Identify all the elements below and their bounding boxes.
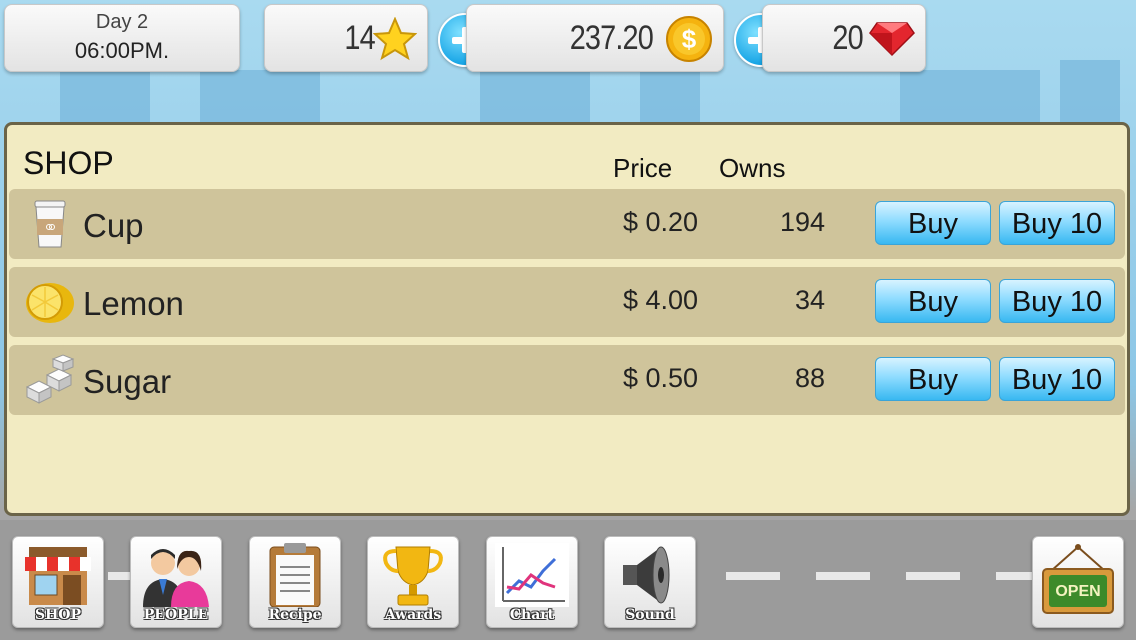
money-panel: 237.20 $ — [466, 4, 724, 72]
coin-icon: $ — [666, 16, 712, 62]
stars-count: 14 — [344, 19, 376, 57]
shop-title: SHOP — [23, 145, 114, 181]
item-owns-cup: 194 — [779, 207, 825, 237]
item-owns-lemon: 34 — [794, 285, 825, 315]
people-icon — [143, 549, 209, 607]
item-owns-sugar: 88 — [794, 363, 825, 393]
awards-tab-label: Awards — [384, 607, 442, 623]
speaker-icon — [623, 546, 670, 604]
item-price-cup: $ 0.20 — [623, 207, 699, 237]
shop-row-sugar: Sugar $ 0.50 88 Buy Buy 10 — [9, 345, 1125, 415]
buy-lemon-button[interactable]: Buy — [875, 279, 991, 323]
money-amount: 237.20 — [569, 19, 654, 57]
item-price-lemon: $ 4.00 — [623, 285, 699, 315]
owns-header: Owns — [719, 153, 786, 183]
cup-icon — [34, 200, 66, 248]
buy10-sugar-button[interactable]: Buy 10 — [999, 357, 1115, 401]
clipboard-icon — [269, 543, 321, 607]
chart-tab-button[interactable]: Chart — [486, 536, 578, 628]
item-name-sugar: Sugar — [83, 363, 172, 400]
lemon-icon — [26, 283, 74, 323]
sound-tab-button[interactable]: Sound — [604, 536, 696, 628]
store-icon — [25, 547, 91, 605]
recipe-tab-button[interactable]: Recipe — [249, 536, 341, 628]
item-price-sugar: $ 0.50 — [623, 363, 699, 393]
gems-panel: 20 — [762, 4, 926, 72]
stars-panel: 14 — [264, 4, 428, 72]
item-name-cup: Cup — [83, 207, 144, 244]
star-icon — [373, 17, 417, 61]
time-label: 06:00PM. — [74, 38, 170, 63]
day-label: Day 2 — [95, 11, 149, 33]
svg-text:$: $ — [682, 24, 697, 54]
buy-sugar-button[interactable]: Buy — [875, 357, 991, 401]
item-name-lemon: Lemon — [83, 285, 184, 322]
shop-row-cup: Cup $ 0.20 194 Buy Buy 10 — [9, 189, 1125, 259]
awards-tab-button[interactable]: Awards — [367, 536, 459, 628]
open-sign-label: OPEN — [1055, 583, 1101, 600]
chart-tab-label: Chart — [509, 607, 555, 623]
day-time-panel: Day 2 06:00PM. — [4, 4, 240, 72]
price-header: Price — [613, 153, 673, 183]
sugar-icon — [25, 354, 75, 404]
sound-tab-label: Sound — [625, 607, 675, 623]
line-chart-icon — [495, 543, 569, 607]
shop-row-lemon: Lemon $ 4.00 34 Buy Buy 10 — [9, 267, 1125, 337]
people-tab-label: PEOPLE — [143, 607, 209, 623]
buy-cup-button[interactable]: Buy — [875, 201, 991, 245]
gems-count: 20 — [832, 19, 864, 57]
recipe-tab-label: Recipe — [268, 607, 322, 623]
trophy-icon — [383, 546, 443, 606]
buy10-cup-button[interactable]: Buy 10 — [999, 201, 1115, 245]
gem-icon — [869, 22, 915, 57]
shop-panel: SHOP Price Owns Cup $ 0.20 194 Buy Buy 1… — [4, 122, 1130, 516]
shop-tab-button[interactable]: SHOP — [12, 536, 104, 628]
shop-tab-label: SHOP — [34, 607, 82, 623]
people-tab-button[interactable]: PEOPLE — [130, 536, 222, 628]
open-sign-icon — [1042, 544, 1114, 614]
open-stand-button[interactable]: OPEN — [1032, 536, 1124, 628]
buy10-lemon-button[interactable]: Buy 10 — [999, 279, 1115, 323]
